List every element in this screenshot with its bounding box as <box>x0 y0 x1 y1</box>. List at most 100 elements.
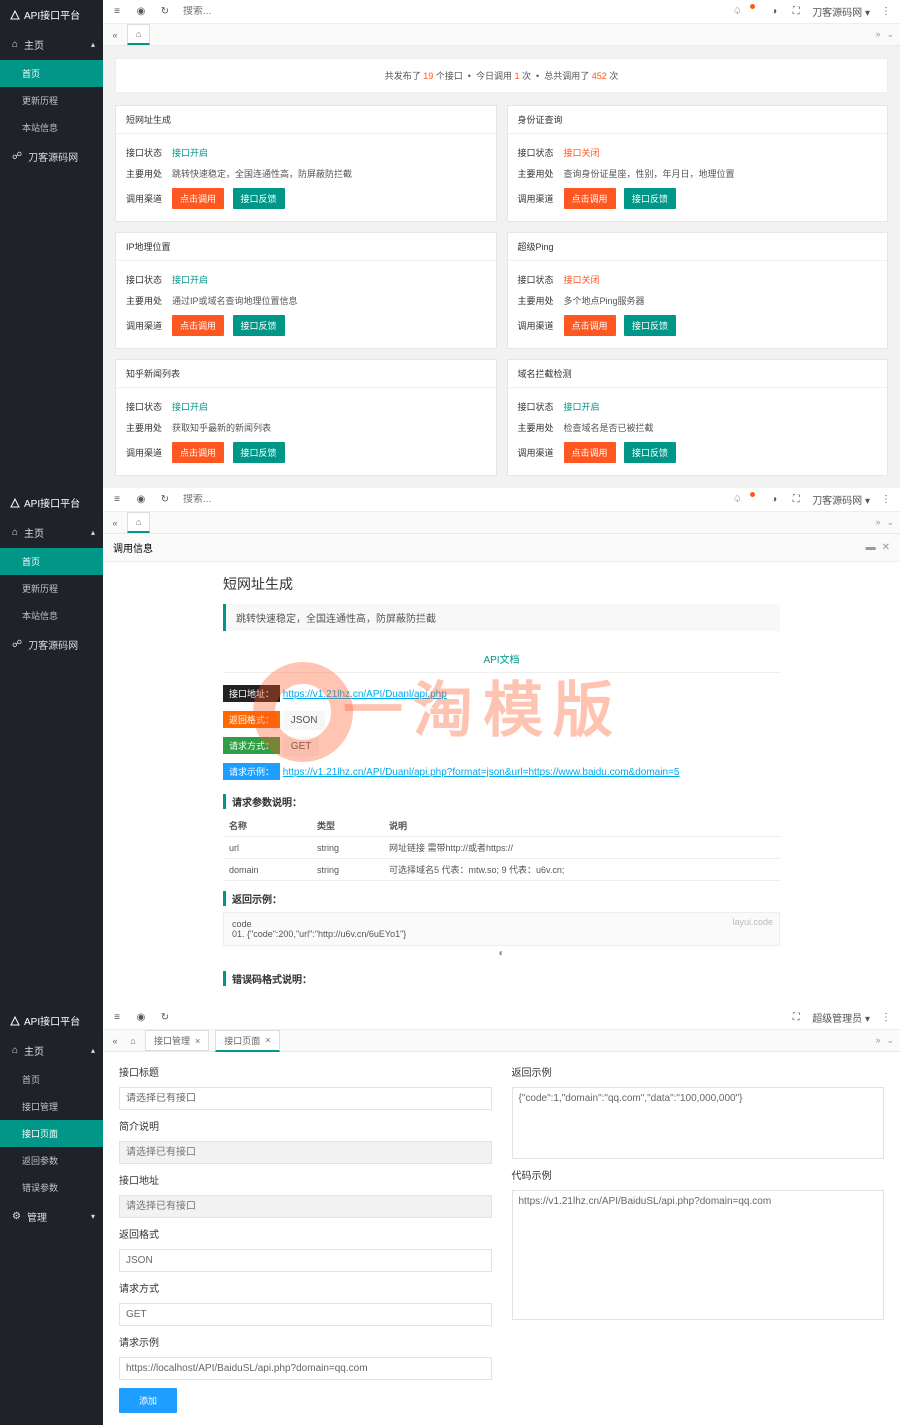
th-name: 名称 <box>223 815 311 837</box>
tab-home[interactable]: ⌂ <box>127 24 150 45</box>
tab-api-doc[interactable]: API文档 <box>223 645 780 673</box>
call-button[interactable]: 点击调用 <box>172 188 224 209</box>
tab-home[interactable]: ⌂ <box>127 512 150 533</box>
example-url-link[interactable]: https://v1.21lhz.cn/API/Duanl/api.php?fo… <box>283 767 680 778</box>
label-req: 请求示例 <box>119 1334 492 1349</box>
globe-icon[interactable]: ◉ <box>135 1012 147 1024</box>
search-input[interactable] <box>183 494 303 505</box>
globe-icon[interactable]: ◉ <box>135 6 147 18</box>
theme-icon[interactable]: ◑ <box>768 6 780 18</box>
sidebar-section-admin[interactable]: ⚙ 管理▾ <box>0 1201 103 1232</box>
close-icon[interactable]: × <box>265 1035 270 1045</box>
input-addr[interactable] <box>119 1195 492 1218</box>
sidebar-item-index[interactable]: 首页 <box>0 1066 103 1093</box>
feedback-button[interactable]: 接口反馈 <box>624 442 676 463</box>
back-icon[interactable]: « <box>109 1035 121 1047</box>
label-channel: 调用渠道 <box>126 319 172 332</box>
label-ret: 返回示例 <box>512 1064 885 1079</box>
more-icon[interactable]: ⋮ <box>880 1012 892 1024</box>
user-dropdown[interactable]: 刀客源码网 ▾ <box>812 4 870 19</box>
menu-icon[interactable]: ≡ <box>111 494 123 506</box>
refresh-icon[interactable]: ↻ <box>159 6 171 18</box>
sidebar-item-changelog[interactable]: 更新历程 <box>0 575 103 602</box>
api-card: 域名拦截检测 接口状态 接口开启 主要用处 检查域名是否已被拦截 调用渠道 点击… <box>507 359 889 476</box>
method-value: GET <box>283 737 320 756</box>
sidebar-item-changelog[interactable]: 更新历程 <box>0 87 103 114</box>
logo: API接口平台 <box>0 0 103 29</box>
fullscreen-icon[interactable]: ⛶ <box>790 6 802 18</box>
call-button[interactable]: 点击调用 <box>172 315 224 336</box>
bell-icon[interactable]: ♤ <box>731 494 743 506</box>
feedback-button[interactable]: 接口反馈 <box>233 188 285 209</box>
textarea-code[interactable] <box>512 1190 885 1320</box>
chevron-down-icon[interactable]: ⌄ <box>886 517 894 528</box>
card-title: IP地理位置 <box>116 233 496 261</box>
select-api[interactable]: 请选择已有接口 <box>119 1087 492 1110</box>
sidebar-item-siteinfo[interactable]: 本站信息 <box>0 602 103 629</box>
call-button[interactable]: 点击调用 <box>564 188 616 209</box>
back-icon[interactable]: « <box>109 517 121 529</box>
home-icon[interactable]: ⌂ <box>127 1035 139 1047</box>
sidebar-item-api-page[interactable]: 接口页面 <box>0 1120 103 1147</box>
more-icon[interactable]: ⋮ <box>880 6 892 18</box>
chevron-down-icon[interactable]: ⌄ <box>886 1035 894 1046</box>
feedback-button[interactable]: 接口反馈 <box>624 315 676 336</box>
sidebar-section-home[interactable]: ⌂ 主页▴ <box>0 1035 103 1066</box>
sidebar-item-siteinfo[interactable]: 本站信息 <box>0 114 103 141</box>
back-icon[interactable]: « <box>109 29 121 41</box>
close-icon[interactable]: × <box>195 1036 200 1046</box>
call-button[interactable]: 点击调用 <box>564 442 616 463</box>
feedback-button[interactable]: 接口反馈 <box>233 315 285 336</box>
status-value: 接口关闭 <box>564 273 878 286</box>
sidebar-item-index[interactable]: 首页 <box>0 548 103 575</box>
label-channel: 调用渠道 <box>126 446 172 459</box>
fullscreen-icon[interactable]: ⛶ <box>790 1012 802 1024</box>
input-format[interactable] <box>119 1249 492 1272</box>
user-dropdown[interactable]: 刀客源码网 ▾ <box>812 492 870 507</box>
use-value: 多个地点Ping服务器 <box>564 294 878 307</box>
taskbar: « ⌂ 接口管理× 接口页面× » ⌄ <box>103 1030 900 1052</box>
submit-button[interactable]: 添加 <box>119 1388 177 1413</box>
sidebar-section-home[interactable]: ⌂ 主页▴ <box>0 517 103 548</box>
feedback-button[interactable]: 接口反馈 <box>624 188 676 209</box>
feedback-button[interactable]: 接口反馈 <box>233 442 285 463</box>
refresh-icon[interactable]: ↻ <box>159 1012 171 1024</box>
user-dropdown[interactable]: 超级管理员 ▾ <box>812 1010 870 1025</box>
api-card: 知乎新闻列表 接口状态 接口开启 主要用处 获取知乎最新的新闻列表 调用渠道 点… <box>115 359 497 476</box>
doc-title: 短网址生成 <box>223 574 780 594</box>
menu-icon[interactable]: ≡ <box>111 6 123 18</box>
search-input[interactable] <box>183 6 303 17</box>
tab-api-mgmt[interactable]: 接口管理× <box>145 1030 209 1051</box>
theme-icon[interactable]: ◑ <box>768 494 780 506</box>
fullscreen-icon[interactable]: ⛶ <box>790 494 802 506</box>
menu-icon[interactable]: ≡ <box>111 1012 123 1024</box>
globe-icon[interactable]: ◉ <box>135 494 147 506</box>
sidebar-item-api-mgmt[interactable]: 接口管理 <box>0 1093 103 1120</box>
close-icon[interactable]: ✕ <box>882 542 890 553</box>
more-icon[interactable]: ⋮ <box>880 494 892 506</box>
sidebar-item-index[interactable]: 首页 <box>0 60 103 87</box>
label-use: 主要用处 <box>518 294 564 307</box>
forward-icon[interactable]: » <box>875 517 880 528</box>
sidebar-item-err-params[interactable]: 错误参数 <box>0 1174 103 1201</box>
sidebar-section-ext[interactable]: ☍ 刀客源码网 <box>0 629 103 660</box>
input-method[interactable] <box>119 1303 492 1326</box>
tab-api-page[interactable]: 接口页面× <box>215 1030 279 1052</box>
sidebar-item-ret-params[interactable]: 返回参数 <box>0 1147 103 1174</box>
sidebar-section-home[interactable]: ⌂ 主页▴ <box>0 29 103 60</box>
card-title: 短网址生成 <box>116 106 496 134</box>
call-button[interactable]: 点击调用 <box>564 315 616 336</box>
refresh-icon[interactable]: ↻ <box>159 494 171 506</box>
forward-icon[interactable]: » <box>875 1035 880 1046</box>
input-intro[interactable] <box>119 1141 492 1164</box>
topbar: ≡ ◉ ↻ ⛶ 超级管理员 ▾ ⋮ <box>103 1006 900 1030</box>
bell-icon[interactable]: ♤ <box>731 6 743 18</box>
forward-icon[interactable]: » <box>875 29 880 40</box>
textarea-return[interactable] <box>512 1087 885 1159</box>
sidebar-section-ext[interactable]: ☍ 刀客源码网 <box>0 141 103 172</box>
api-url-link[interactable]: https://v1.21lhz.cn/API/Duanl/api.php <box>283 689 447 700</box>
call-button[interactable]: 点击调用 <box>172 442 224 463</box>
chevron-down-icon[interactable]: ⌄ <box>886 29 894 40</box>
input-req-example[interactable] <box>119 1357 492 1380</box>
minimize-icon[interactable]: ▬ <box>866 542 876 553</box>
